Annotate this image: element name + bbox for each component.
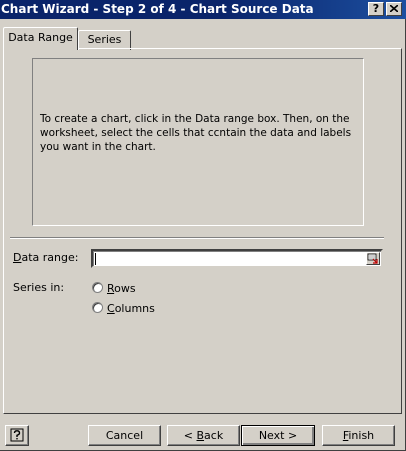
cancel-button[interactable]: Cancel	[88, 425, 161, 446]
finish-button-rest: inish	[348, 429, 375, 442]
close-button[interactable]	[386, 2, 402, 16]
rows-rest: ows	[114, 282, 136, 295]
title-bar: Chart Wizard - Step 2 of 4 - Chart Sourc…	[0, 0, 406, 19]
next-button[interactable]: Next >	[241, 425, 315, 446]
window-title: Chart Wizard - Step 2 of 4 - Chart Sourc…	[1, 2, 314, 16]
series-in-label: Series in:	[13, 281, 65, 294]
collapse-dialog-icon	[367, 253, 378, 264]
help-icon	[10, 428, 24, 442]
back-button-prefix: <	[183, 429, 197, 442]
separator	[10, 237, 384, 239]
columns-rest: olumns	[114, 302, 155, 315]
preview-message: To create a chart, click in the Data ran…	[40, 113, 352, 153]
data-range-label: Data range:	[13, 251, 78, 264]
rows-radio[interactable]	[92, 282, 103, 293]
tab-data-range-label: Data Range	[8, 31, 73, 44]
tab-series[interactable]: Series	[78, 30, 131, 50]
help-button[interactable]	[5, 425, 29, 446]
columns-radio-label[interactable]: Columns	[107, 302, 155, 315]
text-caret	[95, 253, 96, 265]
back-button-mnemonic: B	[196, 429, 205, 442]
data-range-input[interactable]	[91, 249, 383, 268]
rows-radio-label[interactable]: Rows	[107, 282, 136, 295]
close-icon	[389, 4, 399, 13]
tab-data-range[interactable]: Data Range	[3, 27, 78, 50]
columns-radio[interactable]	[92, 302, 103, 313]
data-range-label-rest: ata range:	[21, 251, 79, 264]
collapse-dialog-button[interactable]	[366, 252, 380, 265]
chart-preview-area: To create a chart, click in the Data ran…	[32, 58, 364, 226]
tab-series-label: Series	[87, 33, 122, 46]
columns-mnemonic: C	[107, 302, 115, 315]
finish-button[interactable]: Finish	[322, 425, 395, 446]
back-button[interactable]: < Back	[167, 425, 240, 446]
chart-wizard-dialog: Chart Wizard - Step 2 of 4 - Chart Sourc…	[0, 0, 406, 451]
title-help-button[interactable]: ?	[368, 2, 384, 16]
back-button-rest: ack	[204, 429, 224, 442]
